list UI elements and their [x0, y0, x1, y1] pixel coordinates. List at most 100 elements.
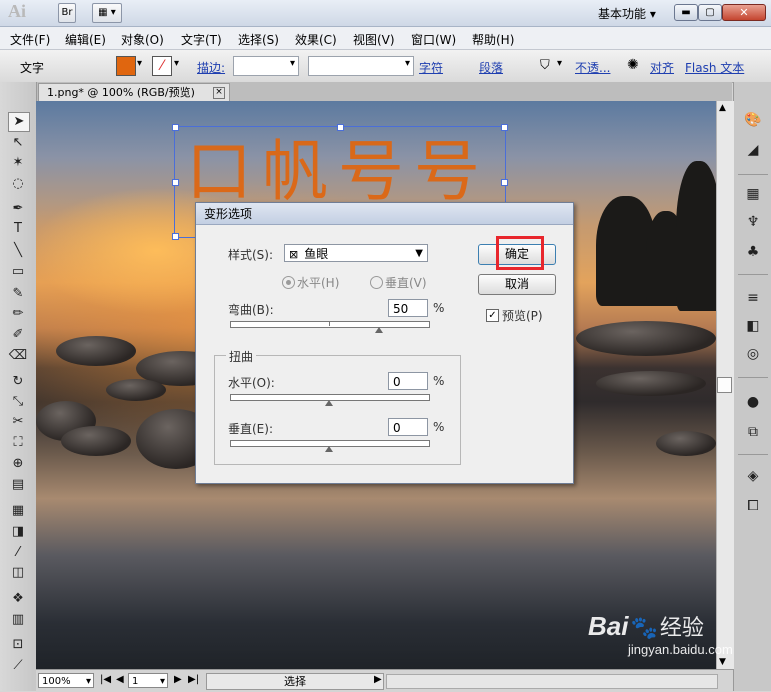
stroke-weight-field[interactable]: ▾ — [233, 56, 299, 76]
bend-slider-thumb[interactable] — [374, 327, 383, 333]
horizontal-scrollbar[interactable] — [386, 674, 718, 689]
resize-handle[interactable] — [501, 179, 508, 186]
type-tool-icon[interactable]: T — [8, 220, 28, 238]
menu-type[interactable]: 文字(T) — [181, 31, 222, 48]
swatches-icon[interactable]: ▦ — [742, 184, 764, 204]
recolor-icon[interactable]: ✺ — [627, 57, 639, 73]
slice-tool-icon[interactable]: ⟋ — [8, 657, 28, 675]
brushes-icon[interactable]: ♆ — [742, 212, 764, 232]
color-panel-icon[interactable]: ◢ — [742, 140, 764, 160]
status-mode[interactable]: 选择 — [206, 673, 384, 690]
artboard-field[interactable]: 1 ▾ — [128, 673, 168, 688]
scroll-up-icon[interactable]: ▲ — [719, 103, 726, 113]
symbol-sprayer-tool-icon[interactable]: ❖ — [8, 590, 28, 608]
shape-builder-tool-icon[interactable]: ⊕ — [8, 455, 28, 473]
column-graph-tool-icon[interactable]: ▥ — [8, 611, 28, 629]
symbols-icon[interactable]: ♣ — [742, 242, 764, 262]
transparency-icon[interactable]: ◎ — [742, 344, 764, 364]
rectangle-tool-icon[interactable]: ▭ — [8, 263, 28, 281]
envelope-dropdown-icon[interactable]: ▾ — [557, 58, 562, 69]
warp-tool-icon[interactable]: ✂ — [8, 413, 28, 431]
prev-artboard-icon[interactable]: ◀ — [116, 674, 124, 685]
direct-selection-tool-icon[interactable]: ↖ — [8, 134, 28, 152]
distort-horizontal-thumb[interactable] — [325, 400, 333, 406]
align-link[interactable]: 对齐 — [650, 59, 674, 76]
stroke-panel-icon[interactable]: ≡ — [742, 288, 764, 308]
next-artboard-icon[interactable]: ▶ — [174, 674, 182, 685]
zoom-field[interactable]: 100% ▾ — [38, 673, 94, 688]
eraser-tool-icon[interactable]: ⌫ — [8, 347, 28, 365]
stroke-dropdown-icon[interactable]: ▾ — [174, 58, 179, 69]
line-tool-icon[interactable]: ╲ — [8, 242, 28, 260]
maximize-button[interactable]: ▢ — [698, 4, 722, 21]
rotate-tool-icon[interactable]: ↻ — [8, 373, 28, 391]
resize-handle[interactable] — [172, 233, 179, 240]
bridge-button[interactable]: Br — [58, 3, 76, 23]
style-dropdown[interactable]: ⊠ 鱼眼 ▼ — [284, 244, 428, 262]
flash-text-link[interactable]: Flash 文本 — [685, 59, 744, 76]
pen-tool-icon[interactable]: ✒ — [8, 200, 28, 218]
menu-effect[interactable]: 效果(C) — [295, 31, 337, 48]
appearance-icon[interactable]: ● — [742, 392, 764, 412]
distort-horizontal-field[interactable]: 0 — [388, 372, 428, 390]
menu-edit[interactable]: 编辑(E) — [65, 31, 106, 48]
gradient-tool-icon[interactable]: ◨ — [8, 523, 28, 541]
scale-tool-icon[interactable]: ⤡ — [8, 393, 28, 411]
bend-slider[interactable] — [230, 321, 430, 328]
cancel-button[interactable]: 取消 — [478, 274, 556, 295]
stroke-link[interactable]: 描边: — [197, 59, 225, 76]
selection-tool-icon[interactable]: ➤ — [8, 112, 30, 132]
vertical-radio[interactable] — [370, 276, 383, 289]
minimize-button[interactable]: ▬ — [674, 4, 698, 21]
pencil-tool-icon[interactable]: ✏ — [8, 305, 28, 323]
perspective-grid-tool-icon[interactable]: ▤ — [8, 476, 28, 494]
free-transform-tool-icon[interactable]: ⛶ — [8, 434, 28, 452]
paragraph-link[interactable]: 段落 — [479, 59, 503, 76]
distort-vertical-field[interactable]: 0 — [388, 418, 428, 436]
scroll-thumb[interactable] — [717, 377, 732, 393]
opacity-link[interactable]: 不透... — [575, 59, 610, 76]
color-guide-icon[interactable]: 🎨 — [742, 110, 764, 130]
document-tab[interactable]: 1.png* @ 100% (RGB/预览) × — [38, 83, 230, 101]
fill-swatch[interactable] — [116, 56, 136, 76]
menu-file[interactable]: 文件(F) — [10, 31, 50, 48]
workspace-switcher[interactable]: 基本功能 ▾ — [598, 5, 656, 22]
preview-checkbox[interactable]: ✓ — [486, 309, 499, 322]
first-artboard-icon[interactable]: |◀ — [100, 674, 111, 685]
lasso-tool-icon[interactable]: ◌ — [8, 175, 28, 193]
status-menu-icon[interactable]: ▶ — [374, 674, 382, 685]
stroke-swatch[interactable]: ⁄ — [152, 56, 172, 76]
horizontal-radio[interactable] — [282, 276, 295, 289]
gradient-panel-icon[interactable]: ◧ — [742, 316, 764, 336]
paintbrush-tool-icon[interactable]: ✎ — [8, 285, 28, 303]
envelope-icon[interactable]: ⛉ — [540, 58, 550, 73]
artboard-tool-icon[interactable]: ⊡ — [8, 636, 28, 654]
resize-handle[interactable] — [501, 124, 508, 131]
graphic-styles-icon[interactable]: ⧉ — [742, 422, 764, 442]
font-family-field[interactable]: ▾ — [308, 56, 414, 76]
menu-view[interactable]: 视图(V) — [353, 31, 395, 48]
fill-dropdown-icon[interactable]: ▾ — [137, 58, 142, 69]
last-artboard-icon[interactable]: ▶| — [188, 674, 199, 685]
distort-vertical-thumb[interactable] — [325, 446, 333, 452]
magic-wand-tool-icon[interactable]: ✶ — [8, 154, 28, 172]
character-link[interactable]: 字符 — [419, 59, 443, 76]
artboards-panel-icon[interactable]: ⧠ — [742, 496, 764, 516]
menu-select[interactable]: 选择(S) — [238, 31, 279, 48]
resize-handle[interactable] — [337, 124, 344, 131]
bend-field[interactable]: 50 — [388, 299, 428, 317]
eyedropper-tool-icon[interactable]: ⁄ — [8, 544, 28, 562]
menu-help[interactable]: 帮助(H) — [472, 31, 514, 48]
blend-tool-icon[interactable]: ◫ — [8, 564, 28, 582]
menu-window[interactable]: 窗口(W) — [411, 31, 456, 48]
layers-icon[interactable]: ◈ — [742, 466, 764, 486]
mesh-tool-icon[interactable]: ▦ — [8, 502, 28, 520]
close-tab-icon[interactable]: × — [213, 87, 225, 99]
arrange-documents-button[interactable]: ▦ ▾ — [92, 3, 122, 23]
resize-handle[interactable] — [172, 124, 179, 131]
close-window-button[interactable]: ✕ — [722, 4, 766, 21]
menu-object[interactable]: 对象(O) — [121, 31, 164, 48]
blob-brush-tool-icon[interactable]: ✐ — [8, 326, 28, 344]
resize-handle[interactable] — [172, 179, 179, 186]
scroll-down-icon[interactable]: ▼ — [719, 657, 726, 667]
